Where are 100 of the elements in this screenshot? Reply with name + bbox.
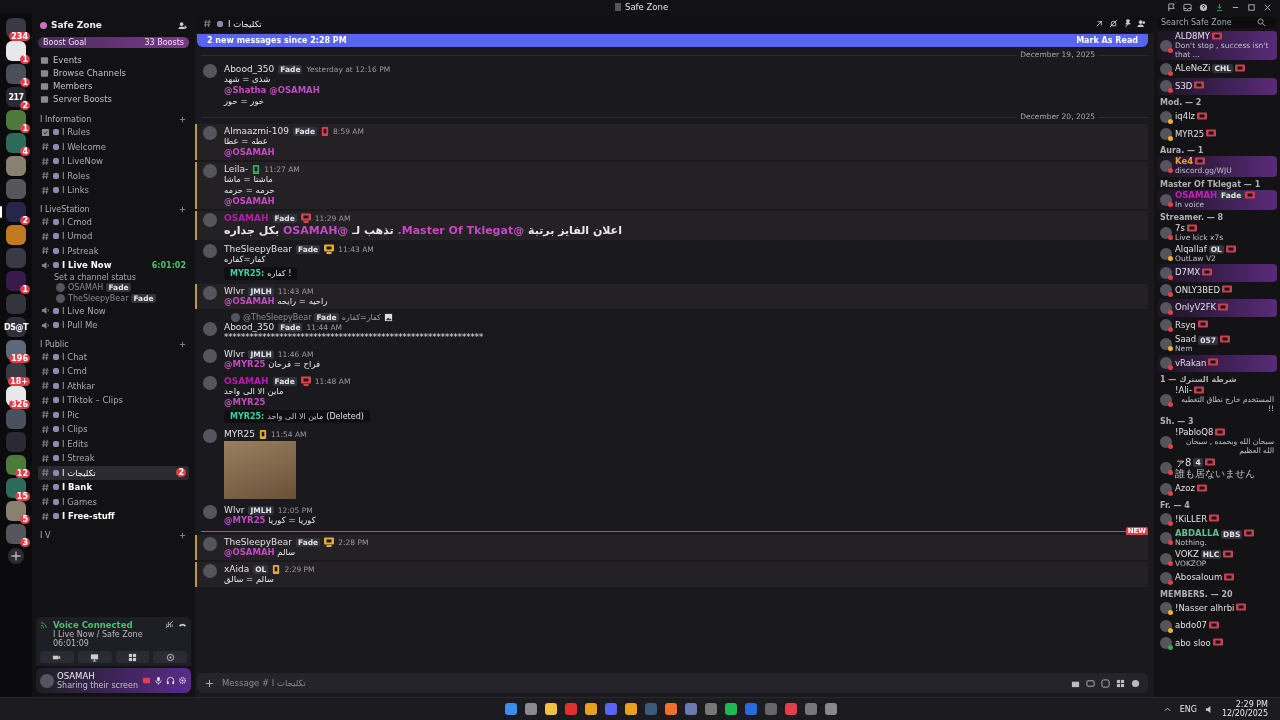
screen-share-icon[interactable] [142, 676, 151, 685]
member-name[interactable]: abo sloo [1175, 638, 1211, 648]
channel-item[interactable]: I Live Now [38, 303, 189, 318]
member-name[interactable]: D7MX [1175, 268, 1201, 278]
member-name[interactable]: Abosaloum [1175, 573, 1223, 583]
channel-item[interactable]: I Free-stuff [38, 509, 189, 524]
member-name[interactable]: !PabloQ8 [1175, 428, 1214, 438]
channel-item[interactable]: I Clips [38, 422, 189, 437]
flag-icon[interactable] [1167, 2, 1176, 12]
server-icon[interactable] [6, 478, 26, 498]
member-name[interactable]: Ke4 [1175, 157, 1194, 167]
member-name[interactable]: ABDALLA [1175, 529, 1220, 539]
user-avatar[interactable] [1160, 110, 1172, 123]
user-avatar[interactable] [1160, 571, 1172, 584]
boost-goal-bar[interactable]: Boost Goal 33 Boosts [38, 37, 189, 48]
taskbar-app-icon[interactable] [585, 703, 598, 715]
channel-item[interactable]: I Pic [38, 407, 189, 422]
channel-item[interactable]: I Tiktok – Clips [38, 393, 189, 408]
user-avatar[interactable] [1160, 247, 1172, 260]
nav-item[interactable]: Browse Channels [53, 68, 126, 78]
message-author[interactable]: Wlvr [224, 349, 245, 359]
member-name[interactable]: ALD8MY [1175, 32, 1211, 42]
gif-icon[interactable] [1086, 678, 1095, 688]
message-author[interactable]: Leila- [224, 164, 249, 174]
add-channel-icon[interactable] [178, 530, 187, 540]
reply-author[interactable]: @TheSleepyBear [243, 313, 312, 322]
taskbar-app-icon[interactable] [505, 703, 518, 715]
server-icon[interactable] [6, 18, 26, 38]
taskbar-app-icon[interactable] [545, 703, 558, 715]
server-icon[interactable] [6, 64, 26, 84]
member-name[interactable]: !Nasser alhrbi [1175, 603, 1235, 613]
server-icon[interactable] [6, 524, 26, 544]
inbox-icon[interactable] [1183, 2, 1192, 12]
member-name[interactable]: VOKZ [1175, 549, 1199, 560]
member-name[interactable]: Alqallaf [1175, 244, 1207, 255]
user-avatar[interactable] [1160, 482, 1172, 495]
server-icon[interactable] [6, 133, 26, 153]
category-header[interactable]: I Public [40, 339, 69, 349]
sticker-icon[interactable] [1101, 678, 1110, 688]
emoji-icon[interactable] [1131, 678, 1140, 688]
apps-icon[interactable] [1116, 678, 1125, 688]
category-header[interactable]: I V [40, 530, 51, 540]
close-icon[interactable] [1263, 2, 1272, 12]
member-name[interactable]: Saad [1175, 335, 1197, 345]
server-icon[interactable] [6, 455, 26, 475]
channel-item[interactable]: I Umod [38, 229, 189, 244]
user-avatar[interactable] [1160, 160, 1172, 173]
channel-item[interactable]: I Cmod [38, 214, 189, 229]
category-header[interactable]: I Information [40, 115, 92, 124]
invite-icon[interactable] [178, 20, 187, 30]
channel-item[interactable]: I Pstreak [38, 243, 189, 258]
server-icon[interactable] [6, 41, 26, 61]
channel-item[interactable]: I LiveNow [38, 154, 189, 169]
user-avatar[interactable] [1160, 62, 1172, 75]
taskbar-app-icon[interactable] [525, 703, 538, 715]
noise-icon[interactable] [165, 620, 174, 629]
taskbar-app-icon[interactable] [685, 703, 698, 715]
threads-icon[interactable] [1095, 19, 1104, 28]
add-channel-icon[interactable] [178, 204, 187, 214]
user-avatar[interactable] [1160, 435, 1172, 448]
member-name[interactable]: !KiLLER [1175, 514, 1208, 524]
message-author[interactable]: xAida [224, 564, 250, 574]
soundboard-button[interactable] [153, 651, 187, 663]
user-avatar[interactable] [1160, 532, 1172, 545]
plus-icon[interactable] [205, 678, 214, 688]
channel-item[interactable]: I Chat [38, 349, 189, 364]
member-name[interactable]: ONLY3BED [1175, 285, 1220, 295]
channel-item[interactable]: I Live Now 6:01:02 [38, 258, 189, 273]
member-name[interactable]: Azoz [1175, 484, 1195, 494]
server-icon[interactable] [6, 271, 26, 291]
nav-item[interactable]: Events [53, 55, 82, 65]
server-name[interactable]: Safe Zone [51, 20, 102, 30]
message-author[interactable]: TheSleepyBear [224, 244, 292, 254]
channel-item[interactable]: I Bank [38, 480, 189, 495]
user-avatar[interactable] [1160, 128, 1172, 141]
user-avatar[interactable] [1160, 393, 1172, 406]
mark-as-read-link[interactable]: Mark As Read [1076, 36, 1138, 45]
taskbar-app-icon[interactable] [725, 703, 738, 715]
message-author[interactable]: Wlvr [224, 505, 245, 515]
add-server-icon[interactable] [7, 547, 25, 565]
user-avatar[interactable] [1160, 357, 1172, 370]
nav-item[interactable]: Members [53, 81, 93, 91]
message-author[interactable]: Abood_350 [224, 322, 275, 332]
new-messages-bar[interactable]: 2 new messages since 2:28 PM Mark As Read [197, 34, 1148, 47]
user-avatar[interactable] [1160, 193, 1172, 206]
member-name[interactable]: !Ali- [1175, 386, 1192, 396]
voice-user-name[interactable]: OSAMAH [68, 282, 104, 292]
screen-share-button[interactable] [77, 651, 112, 663]
bell-muted-icon[interactable] [1109, 19, 1118, 28]
user-avatar[interactable] [1160, 637, 1172, 650]
channel-item[interactable]: I Edits [38, 436, 189, 451]
user-avatar[interactable] [1160, 513, 1172, 526]
add-channel-icon[interactable] [178, 339, 187, 349]
message-author[interactable]: Abood_350 [224, 64, 275, 74]
channel-item[interactable]: I Welcome [38, 139, 189, 154]
member-name[interactable]: ALeNeZi [1175, 64, 1211, 74]
message-author[interactable]: Wlvr [224, 286, 245, 296]
member-name[interactable]: abdo07 [1175, 621, 1208, 631]
camera-button[interactable] [40, 651, 74, 663]
language-indicator[interactable]: ENG [1179, 704, 1197, 714]
